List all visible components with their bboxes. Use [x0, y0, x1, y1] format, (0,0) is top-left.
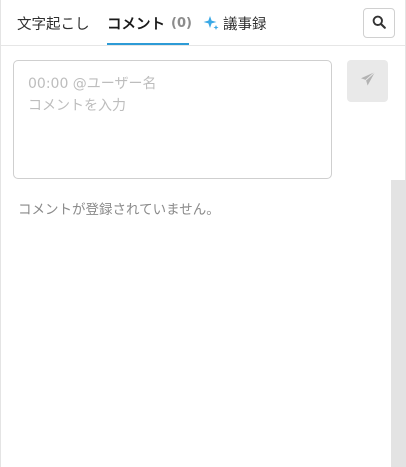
tab-minutes[interactable]: 議事録	[203, 0, 267, 46]
active-tab-indicator	[107, 43, 189, 45]
scrollbar[interactable]	[391, 180, 406, 467]
comments-count-badge: (0)	[171, 15, 192, 31]
tab-comments[interactable]: コメント (0)	[107, 0, 192, 46]
tab-bar: 文字起こし コメント (0) 議事録	[1, 0, 405, 46]
sparkle-icon	[203, 15, 219, 31]
comment-input-placeholder-timestamp: 00:00 @ユーザー名	[28, 76, 157, 92]
tab-minutes-label: 議事録	[223, 16, 267, 33]
tab-transcript[interactable]: 文字起こし	[17, 0, 90, 46]
send-comment-button[interactable]	[347, 60, 388, 102]
comment-input-placeholder-text: コメントを入力	[28, 98, 126, 114]
tab-comments-label: コメント	[107, 16, 165, 33]
search-icon	[372, 14, 386, 33]
comments-panel: 文字起こし コメント (0) 議事録 00:00 @ユーザー名 コメントを入力 …	[0, 0, 406, 467]
empty-comments-message: コメントが登録されていません。	[18, 202, 220, 218]
send-icon	[360, 71, 376, 91]
tab-transcript-label: 文字起こし	[17, 16, 90, 33]
comment-input[interactable]: 00:00 @ユーザー名 コメントを入力	[13, 60, 332, 179]
search-button[interactable]	[363, 8, 395, 38]
